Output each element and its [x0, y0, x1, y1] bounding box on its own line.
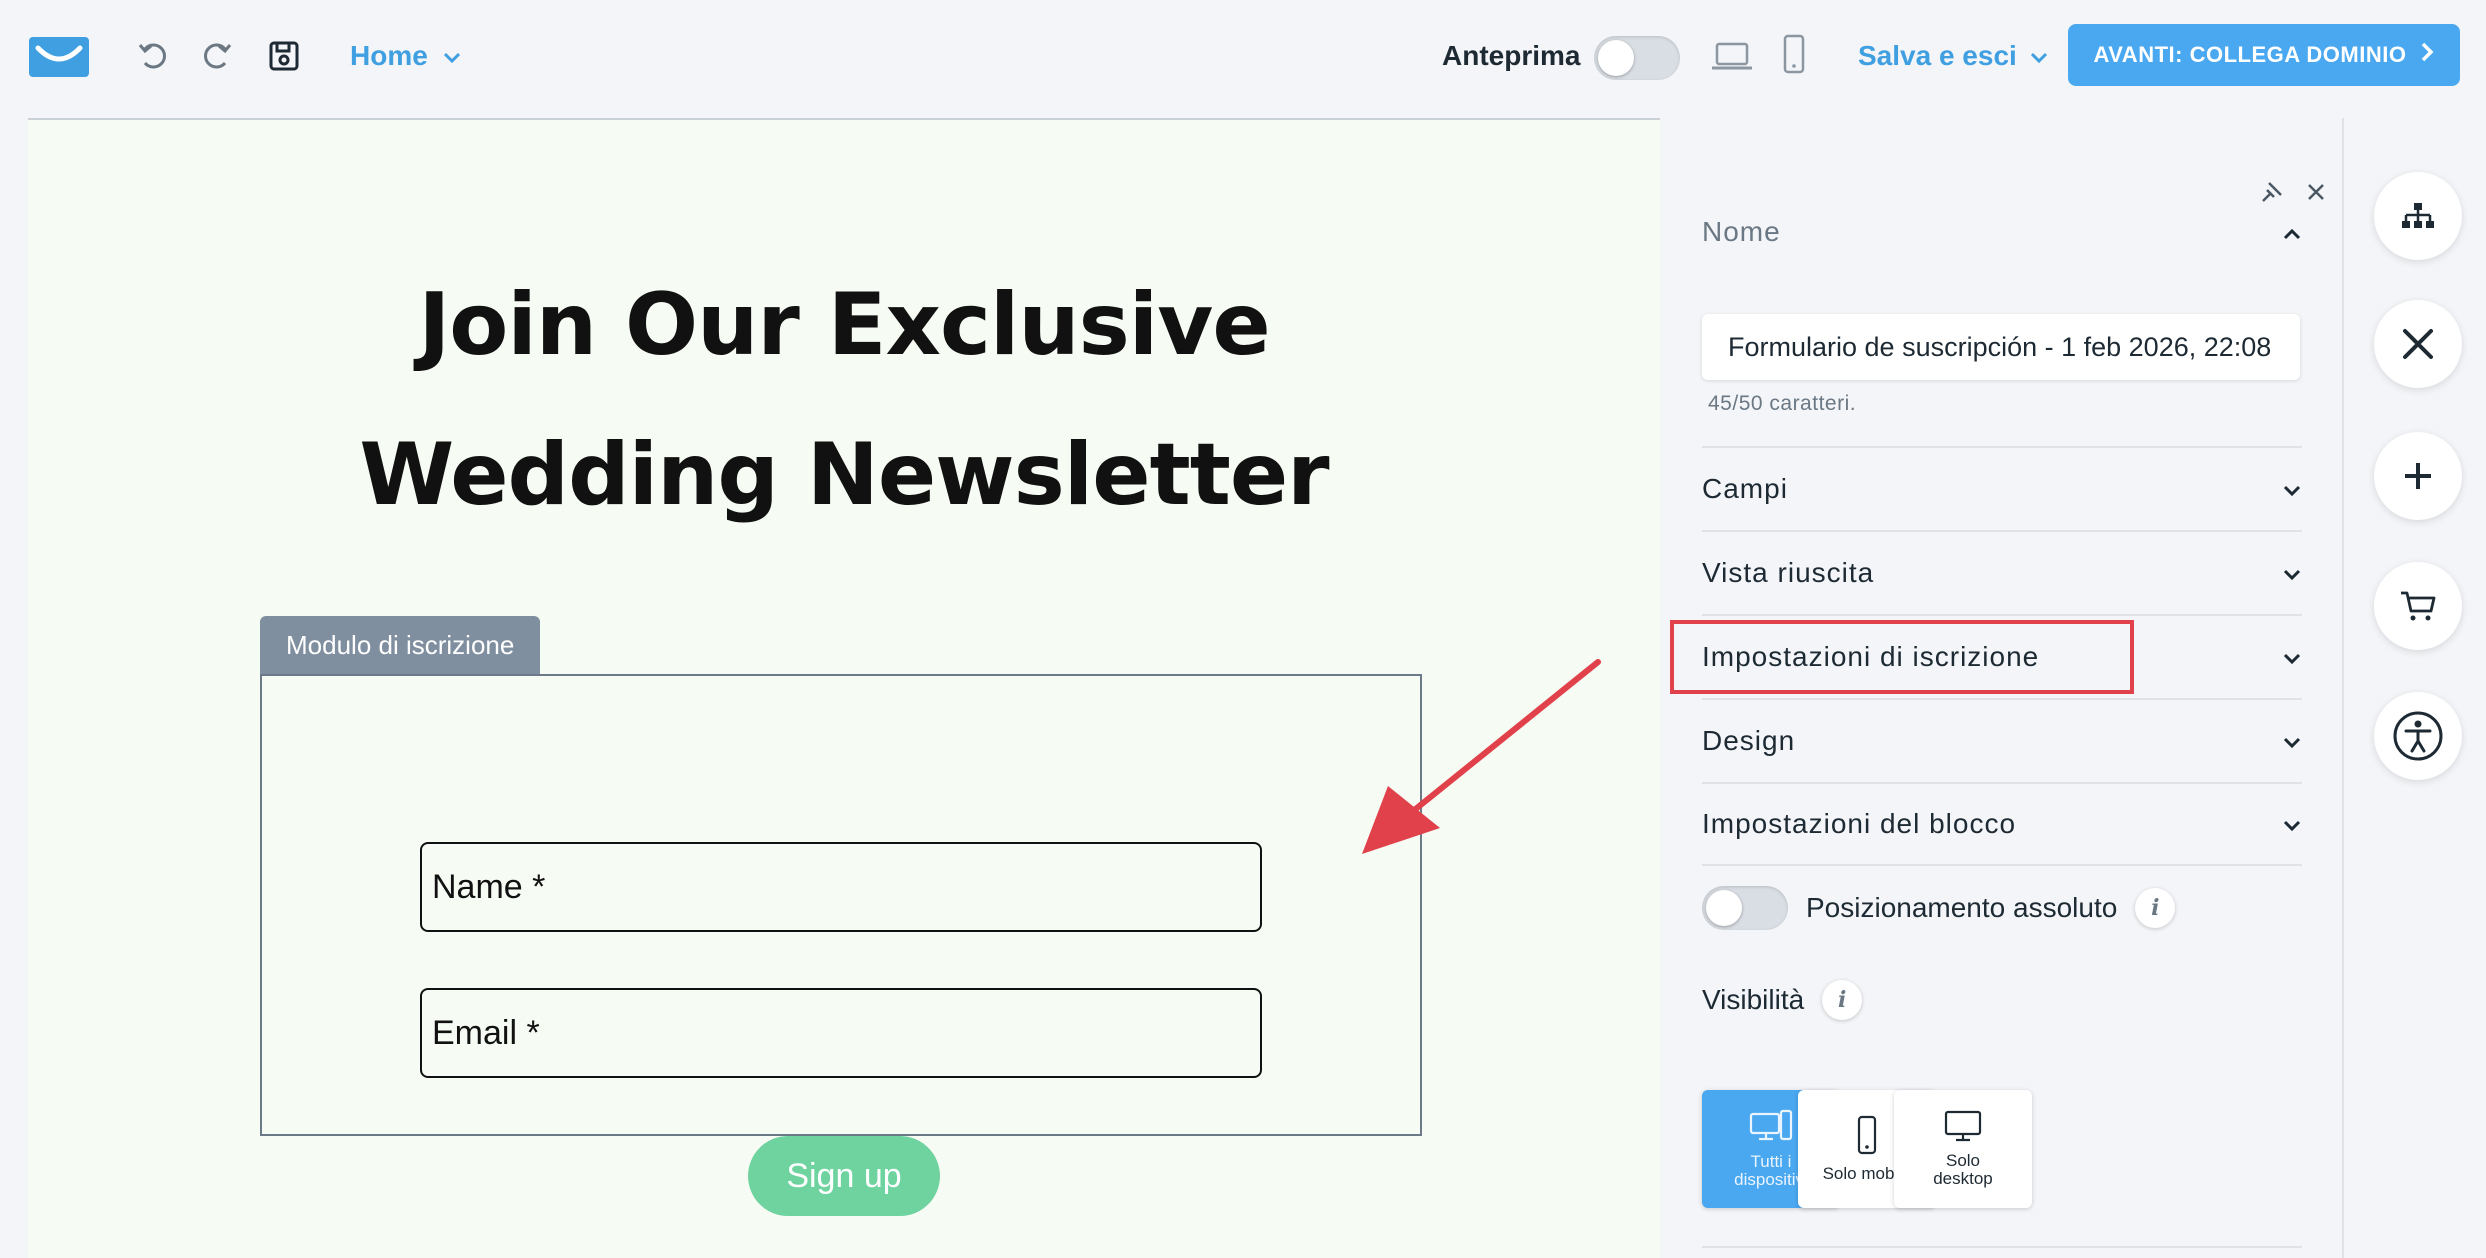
absolute-position-label: Posizionamento assoluto — [1806, 892, 2118, 923]
undo-icon[interactable] — [134, 36, 174, 76]
character-counter: 45/50 caratteri. — [1708, 392, 1857, 415]
section-label: Design — [1702, 725, 1796, 756]
headline-line-1: Join Our Exclusive — [418, 275, 1270, 375]
pin-icon[interactable] — [2258, 178, 2286, 206]
mobile-icon — [1856, 1115, 1878, 1159]
cta-label: AVANTI: COLLEGA DOMINIO — [2093, 42, 2407, 67]
close-panel-icon[interactable] — [2302, 178, 2330, 206]
chevron-down-icon — [2029, 40, 2049, 72]
cart-icon[interactable] — [2374, 562, 2462, 650]
chevron-down-icon — [2282, 808, 2302, 840]
preview-label: Anteprima — [1442, 40, 1581, 71]
visibility-label: Visibilità — [1702, 984, 1805, 1015]
section-vista-riuscita[interactable]: Vista riuscita — [1702, 530, 2302, 614]
absolute-position-row: Posizionamento assoluto i — [1702, 886, 2176, 930]
info-icon[interactable]: i — [1822, 980, 1863, 1020]
chevron-down-icon — [2282, 725, 2302, 757]
save-exit-label: Salva e esci — [1858, 40, 2017, 71]
chevron-up-icon — [2282, 216, 2302, 248]
form-name-input[interactable]: Formulario de suscripción - 1 feb 2026, … — [1702, 314, 2300, 380]
section-nome[interactable]: Nome — [1702, 216, 2302, 248]
logo-icon[interactable] — [28, 36, 90, 78]
chevron-down-icon — [2282, 641, 2302, 673]
chevron-down-icon — [442, 40, 462, 72]
mobile-icon[interactable] — [1774, 34, 1814, 74]
chevron-down-icon — [2282, 557, 2302, 589]
page-canvas[interactable]: Join Our Exclusive Wedding Newsletter Mo… — [28, 118, 1660, 1258]
section-campi[interactable]: Campi — [1702, 446, 2302, 530]
section-label: Impostazioni del blocco — [1702, 808, 2017, 839]
visibility-desktop-button[interactable]: Solo desktop — [1894, 1090, 2032, 1208]
visibility-option-label: Solo desktop — [1933, 1151, 1993, 1188]
add-icon[interactable] — [2374, 432, 2462, 520]
signup-form-block[interactable]: Name * Email * Sign up — [260, 674, 1422, 1216]
sitemap-icon[interactable] — [2374, 172, 2462, 260]
chevron-right-icon — [2420, 41, 2434, 69]
panel-divider — [2342, 118, 2344, 1258]
home-label: Home — [350, 40, 428, 71]
devices-icon — [1749, 1109, 1793, 1147]
chevron-down-icon — [2282, 473, 2302, 505]
highlight-box — [1670, 620, 2134, 694]
info-icon[interactable]: i — [2135, 888, 2176, 928]
section-impostazioni-blocco[interactable]: Impostazioni del blocco — [1702, 782, 2302, 866]
nome-label: Nome — [1702, 216, 1781, 247]
accessibility-icon[interactable] — [2374, 692, 2462, 780]
section-design[interactable]: Design — [1702, 698, 2302, 782]
headline-line-2: Wedding Newsletter — [359, 425, 1329, 525]
email-field[interactable]: Email * — [420, 988, 1262, 1078]
divider — [1702, 1246, 2302, 1248]
top-bar: Home Anteprima Salva e esci AVANTI: COLL… — [0, 0, 2486, 116]
save-icon[interactable] — [264, 36, 304, 76]
name-field[interactable]: Name * — [420, 842, 1262, 932]
tools-icon[interactable] — [2374, 300, 2462, 388]
absolute-position-toggle[interactable] — [1702, 886, 1788, 930]
desktop-icon — [1944, 1110, 1982, 1146]
redo-icon[interactable] — [196, 36, 236, 76]
laptop-icon[interactable] — [1710, 36, 1754, 76]
save-exit-dropdown[interactable]: Salva e esci — [1858, 40, 2049, 72]
next-connect-domain-button[interactable]: AVANTI: COLLEGA DOMINIO — [2068, 24, 2460, 86]
annotation-arrow-icon — [1362, 659, 1601, 854]
visibility-row: Visibilità i — [1702, 980, 1863, 1020]
signup-button[interactable]: Sign up — [748, 1136, 940, 1216]
section-label: Campi — [1702, 473, 1788, 504]
preview-toggle[interactable] — [1594, 36, 1680, 80]
form-block-tab[interactable]: Modulo di iscrizione — [260, 616, 541, 674]
home-page-dropdown[interactable]: Home — [350, 40, 462, 72]
section-label: Vista riuscita — [1702, 557, 1875, 588]
page-headline[interactable]: Join Our Exclusive Wedding Newsletter — [28, 250, 1660, 550]
